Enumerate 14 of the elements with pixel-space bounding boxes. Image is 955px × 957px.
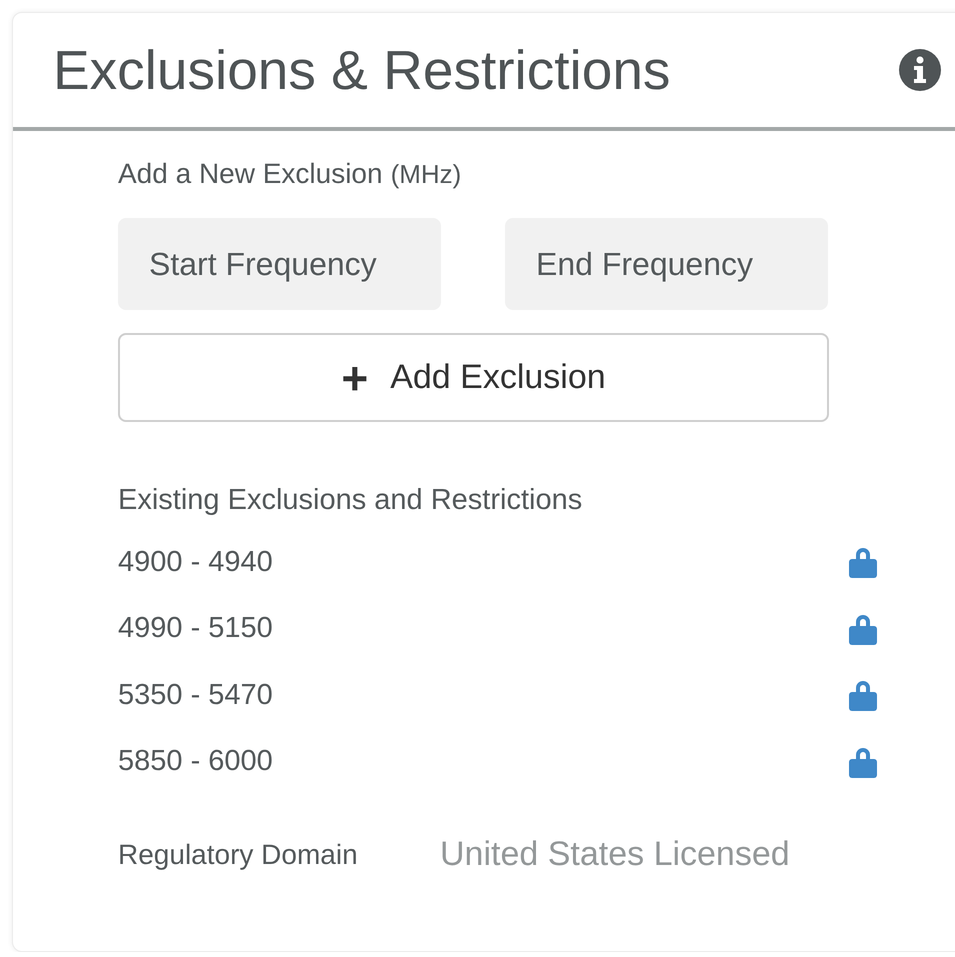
frequency-range: 4990 - 5150 xyxy=(118,612,273,646)
unit-label: (MHz) xyxy=(390,159,462,189)
start-frequency-field[interactable]: Start Frequency xyxy=(118,218,441,310)
section-label: Add a New Exclusion xyxy=(118,158,383,189)
regulatory-domain-label: Regulatory Domain xyxy=(118,838,359,870)
regulatory-domain-value: United States Licensed xyxy=(440,835,790,874)
frequency-range: 4900 - 4940 xyxy=(118,546,273,579)
frequency-range: 5850 - 6000 xyxy=(118,745,273,778)
end-frequency-field[interactable]: End Frequency xyxy=(505,218,828,310)
panel-title: Exclusions & Restrictions xyxy=(53,38,672,102)
add-exclusion-button[interactable]: + Add Exclusion xyxy=(118,333,829,422)
frequency-range: 5350 - 5470 xyxy=(118,678,273,712)
info-icon[interactable] xyxy=(898,48,942,92)
section-heading: Existing Exclusions and Restrictions xyxy=(118,484,584,517)
